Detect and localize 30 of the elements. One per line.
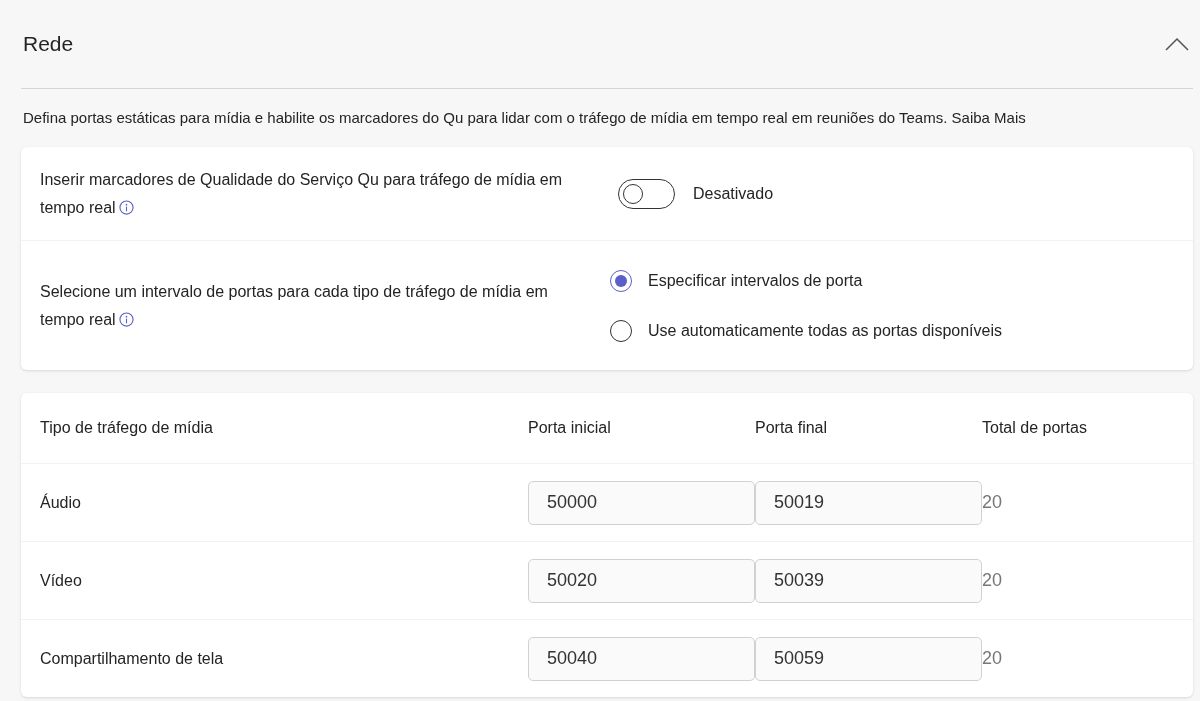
total-ports-cell-text: 20 [982, 492, 1004, 513]
radio-option[interactable]: Use automaticamente todas as portas disponíveis [610, 319, 1174, 342]
learn-more-link[interactable]: Saiba Mais [951, 109, 1026, 126]
end-port-field[interactable]: 50039 [755, 558, 982, 603]
media-type-cell-text: Áudio [40, 493, 82, 512]
end-port-field[interactable]: 50059 [755, 636, 982, 681]
radio-label: Use automaticamente todas as portas disponíveis [648, 321, 1002, 340]
info-icon[interactable] [118, 311, 134, 327]
setting-label: Selecione um intervalo de portas para cada tipo de tráfego de mídia em tempo real [40, 281, 549, 330]
start-port-field[interactable]: 50000 [528, 480, 755, 525]
section-description: Defina portas estáticas para mídia e habilite os marcadores do Qu para lidar com o tráfego de mídia em tempo real em reuniões do Teams. Saiba Mais [23, 108, 1027, 128]
chevron-up-icon [1165, 37, 1189, 51]
column-header: Porta inicial [528, 419, 612, 437]
radio-label: Especificar intervalos de porta [648, 271, 863, 290]
setting-label: Inserir marcadores de Qualidade do Serviço Qu para tráfego de mídia em tempo real [40, 169, 564, 218]
column-header: Porta final [755, 419, 829, 437]
media-type-cell-text: Vídeo [40, 571, 83, 590]
radio-option[interactable]: Especificar intervalos de porta [610, 269, 1174, 292]
info-icon[interactable] [118, 199, 134, 215]
total-ports-cell-text: 20 [982, 570, 1004, 591]
toggle-switch[interactable] [618, 178, 675, 209]
end-port-field[interactable]: 50019 [755, 480, 982, 525]
total-ports-cell-text: 20 [982, 648, 1004, 669]
section-title: Rede [22, 32, 74, 56]
start-port-field[interactable]: 50040 [528, 636, 755, 681]
column-header: Tipo de tráfego de mídia [40, 419, 214, 437]
column-header: Total de portas [982, 419, 1088, 437]
toggle-state-label: Desativado [693, 184, 774, 203]
start-port-field[interactable]: 50020 [528, 558, 755, 603]
media-type-cell-text: Compartilhamento de tela [40, 649, 225, 668]
